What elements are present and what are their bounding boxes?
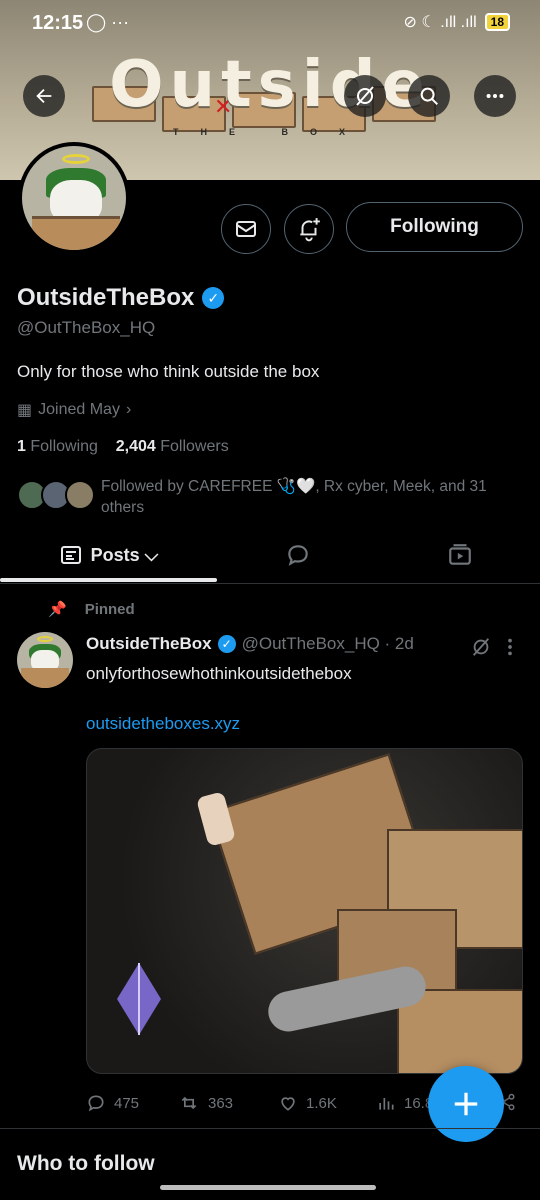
post-header: OutsideTheBox ✓ @OutTheBox_HQ · 2d [86,634,414,654]
active-tab-indicator [0,578,217,582]
back-button[interactable] [23,75,65,117]
views-icon [379,1098,394,1110]
grok-button[interactable] [344,75,386,117]
followers-label: Followers [160,438,229,455]
banner-subtitle: THE BOX [172,127,367,137]
post-grok-button[interactable] [470,636,492,664]
tab-posts[interactable]: Posts ⌵ [0,528,217,582]
repost-icon [181,1096,197,1110]
signal-wifi-icons: ⊘ ☾ .ıll .ıll [403,14,477,31]
followers-link[interactable]: 2,404 Followers [116,438,229,455]
follower-avatar [65,480,95,510]
envelope-icon [236,221,256,237]
posts-tab-icon [60,546,81,564]
tab-posts-label: Posts ⌵ [90,544,159,565]
more-dots-icon [486,93,504,99]
post-handle-time: @OutTheBox_HQ · 2d [241,634,414,653]
profile-handle: @OutTheBox_HQ [17,318,156,337]
search-button[interactable] [408,75,450,117]
video-icon [448,544,471,565]
grok-icon [472,638,490,656]
chevron-right-icon: › [125,401,132,418]
compose-post-button[interactable] [428,1066,504,1142]
post-media-image[interactable] [86,748,523,1074]
plus-icon [454,1092,478,1116]
like-count: 1.6K [306,1094,337,1112]
profile-avatar[interactable] [18,142,130,254]
heart-icon [281,1097,295,1111]
pinned-row: 📌 Pinned [48,600,135,619]
home-indicator[interactable] [160,1185,376,1190]
section-divider [0,1128,540,1129]
reply-icon [88,1095,104,1112]
joined-date: Joined May [38,401,120,418]
search-icon [420,87,438,105]
tab-media[interactable] [379,528,540,582]
bell-plus-icon [300,218,320,242]
more-options-button[interactable] [474,75,516,117]
status-time: 12:15 [32,12,84,34]
media-crystal [117,963,161,1035]
message-button[interactable] [221,204,271,254]
avatar-halo [37,636,53,642]
like-button[interactable]: 1.6K [278,1093,337,1113]
vertical-dots-icon [508,638,512,656]
battery-icon: 18 [484,13,510,31]
media-hand [196,791,236,847]
following-button[interactable]: Following [346,202,523,252]
joined-row[interactable]: ▦ Joined May › [17,400,131,420]
arrow-left-icon [36,88,52,104]
follow-stats: 1 Following 2,404 Followers [17,438,229,456]
status-bar: 12:15 ◯ ··· ⊘ ☾ .ıll .ıll 18 [0,0,540,48]
profile-bio: Only for those who think outside the box [17,362,320,381]
post-text: onlyforthosewhothinkoutsidethebox [86,664,352,683]
who-to-follow-heading: Who to follow [17,1152,155,1175]
post-author-avatar[interactable] [17,632,73,688]
tab-replies[interactable] [217,528,379,582]
pin-icon: 📌 [48,601,67,618]
following-link[interactable]: 1 Following [17,438,98,455]
views-button[interactable]: 16.8 [376,1093,433,1113]
avatar-box [32,216,120,250]
repost-count: 363 [208,1094,234,1112]
post-link[interactable]: outsidetheboxes.xyz [86,714,240,734]
notifications-button[interactable] [284,204,334,254]
grok-icon [356,86,374,106]
notification-icons: ◯ ··· [86,12,130,32]
pinned-label: Pinned [84,600,135,618]
following-count: 1 [17,438,26,455]
calendar-icon: ▦ [17,402,33,419]
post-author-name[interactable]: OutsideTheBox [86,634,212,654]
profile-name: OutsideTheBox [17,284,195,311]
banner-title: Outside [109,48,431,122]
system-icons: ⊘ ☾ .ıll .ıll 18 [404,12,510,32]
profile-tabs: Posts ⌵ [0,528,540,584]
verified-badge-icon: ✓ [202,287,225,309]
repost-button[interactable]: 363 [178,1093,233,1113]
profile-name-row: OutsideTheBox ✓ [17,284,225,312]
reply-button[interactable]: 475 [86,1093,139,1113]
followers-count: 2,404 [115,438,156,455]
followed-by-text: Followed by CAREFREE 🩺🤍, Rx cyber, Meek,… [101,478,487,516]
reply-count: 475 [114,1094,140,1112]
avatar-halo [62,154,90,164]
post-more-button[interactable] [506,636,514,664]
verified-badge-icon: ✓ [217,635,236,653]
following-label: Following [30,438,98,455]
speech-bubble-icon [288,545,308,566]
avatar-box [21,668,69,688]
